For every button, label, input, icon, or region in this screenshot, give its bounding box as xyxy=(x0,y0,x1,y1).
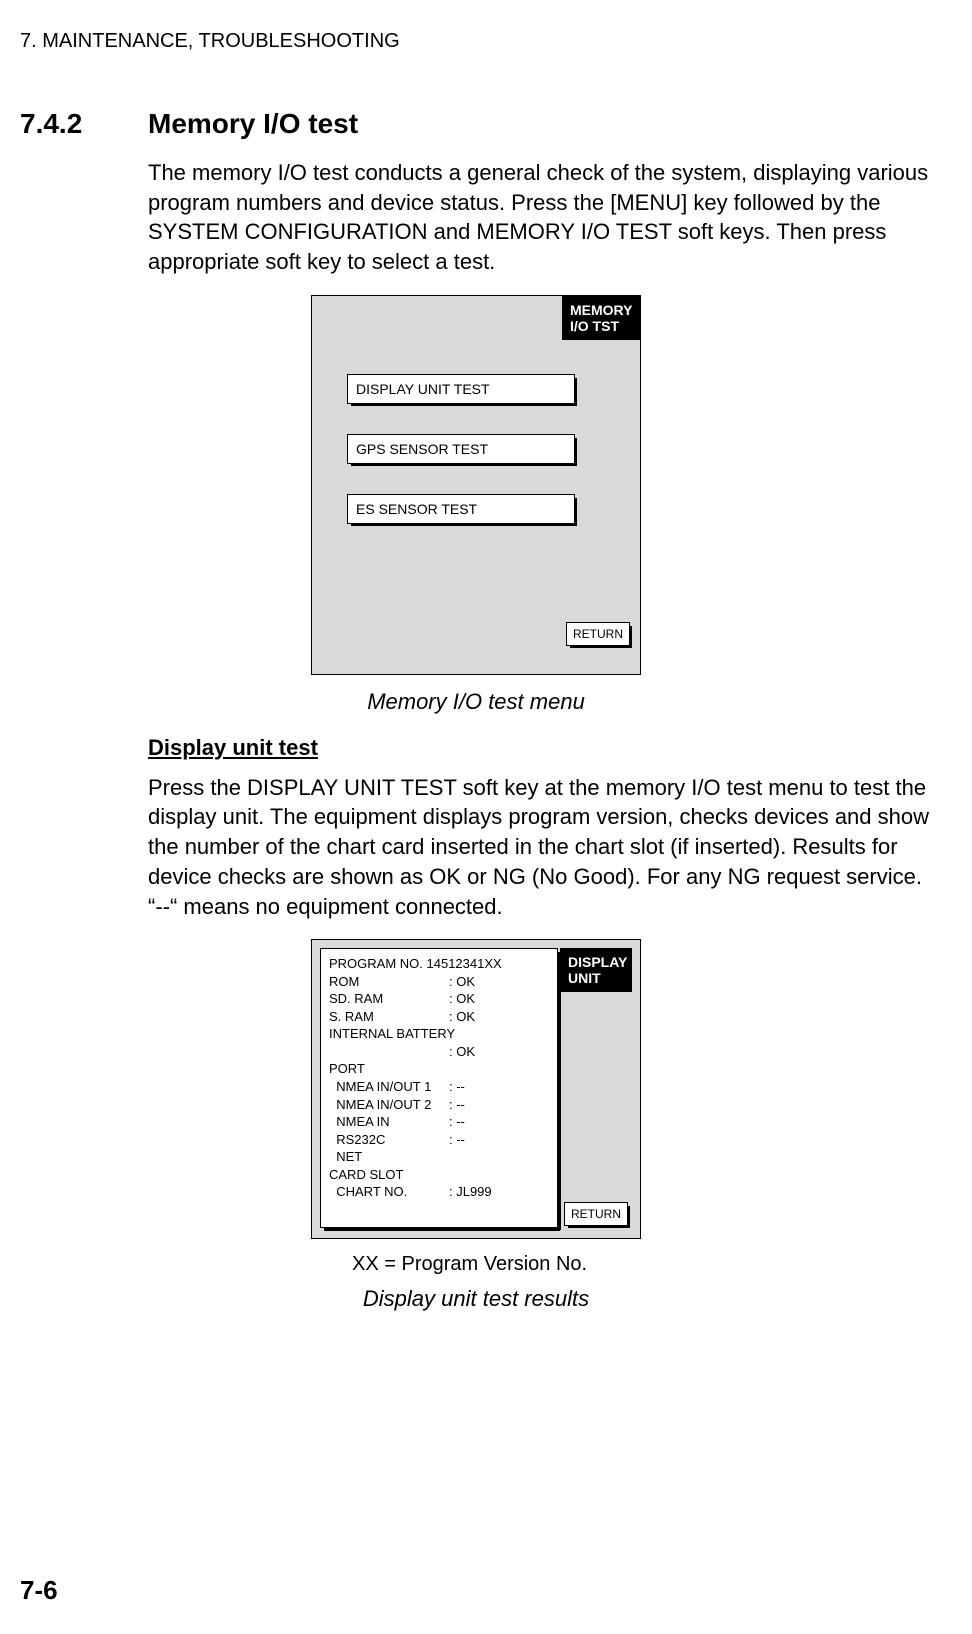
button-label: DISPLAY UNIT TEST xyxy=(356,381,490,397)
row-rom: ROM: OK xyxy=(329,973,549,991)
screen-memory-io: MEMORY I/O TST DISPLAY UNIT TEST GPS SEN… xyxy=(311,295,641,675)
section-title: Memory I/O test xyxy=(148,108,358,140)
value: : OK xyxy=(449,1043,475,1061)
value: : OK xyxy=(449,990,475,1008)
section-number: 7.4.2 xyxy=(20,108,148,140)
softkey-line2: I/O TST xyxy=(570,318,619,334)
gps-sensor-test-button[interactable]: GPS SENSOR TEST xyxy=(347,434,575,464)
chapter-header: 7. MAINTENANCE, TROUBLESHOOTING xyxy=(20,30,932,53)
value: : -- xyxy=(449,1078,465,1096)
page: 7. MAINTENANCE, TROUBLESHOOTING 7.4.2 Me… xyxy=(0,0,972,1634)
label: S. RAM xyxy=(329,1008,449,1026)
label: CHART NO. xyxy=(329,1183,449,1201)
row-nmea2: NMEA IN/OUT 2: -- xyxy=(329,1096,549,1114)
button-label: GPS SENSOR TEST xyxy=(356,441,488,457)
softkey-display-unit[interactable]: DISPLAY UNIT xyxy=(560,948,632,992)
label: NMEA IN/OUT 2 xyxy=(329,1096,449,1114)
row-chart-no: CHART NO.: JL999 xyxy=(329,1183,549,1201)
button-label: RETURN xyxy=(571,1207,621,1221)
row-rs232c: RS232C: -- xyxy=(329,1131,549,1149)
label: PORT xyxy=(329,1060,449,1078)
label: INTERNAL BATTERY xyxy=(329,1025,449,1043)
label: RS232C xyxy=(329,1131,449,1149)
value: : -- xyxy=(449,1131,465,1149)
row-nmea-in: NMEA IN: -- xyxy=(329,1113,549,1131)
button-label: RETURN xyxy=(573,627,623,641)
row-card-slot: CARD SLOT xyxy=(329,1166,549,1184)
value: : -- xyxy=(449,1096,465,1114)
results-panel: PROGRAM NO. 14512341XX ROM: OK SD. RAM: … xyxy=(320,948,558,1228)
figure-memory-io-menu: MEMORY I/O TST DISPLAY UNIT TEST GPS SEN… xyxy=(20,295,932,675)
figure-display-unit-results: PROGRAM NO. 14512341XX ROM: OK SD. RAM: … xyxy=(20,939,932,1239)
display-unit-paragraph: Press the DISPLAY UNIT TEST soft key at … xyxy=(148,773,932,921)
label: NET xyxy=(329,1148,449,1166)
intro-paragraph: The memory I/O test conducts a general c… xyxy=(148,158,932,277)
softkey-line1: DISPLAY xyxy=(568,954,627,970)
row-net: NET xyxy=(329,1148,549,1166)
page-number: 7-6 xyxy=(20,1575,58,1606)
row-port: PORT xyxy=(329,1060,549,1078)
screen-display-unit: PROGRAM NO. 14512341XX ROM: OK SD. RAM: … xyxy=(311,939,641,1239)
value: : JL999 xyxy=(449,1183,492,1201)
return-button[interactable]: RETURN xyxy=(564,1202,628,1226)
display-unit-test-button[interactable]: DISPLAY UNIT TEST xyxy=(347,374,575,404)
label: PROGRAM NO. 14512341XX xyxy=(329,955,449,973)
button-label: ES SENSOR TEST xyxy=(356,501,477,517)
display-unit-test-heading: Display unit test xyxy=(148,735,932,761)
section-heading: 7.4.2 Memory I/O test xyxy=(20,108,932,140)
label: NMEA IN/OUT 1 xyxy=(329,1078,449,1096)
softkey-line1: MEMORY xyxy=(570,302,632,318)
label: ROM xyxy=(329,973,449,991)
label: CARD SLOT xyxy=(329,1166,449,1184)
label: NMEA IN xyxy=(329,1113,449,1131)
label: SD. RAM xyxy=(329,990,449,1008)
figure2-caption: Display unit test results xyxy=(20,1286,932,1312)
value: : -- xyxy=(449,1113,465,1131)
softkey-line2: UNIT xyxy=(568,970,601,986)
row-nmea1: NMEA IN/OUT 1: -- xyxy=(329,1078,549,1096)
value: : OK xyxy=(449,1008,475,1026)
row-internal-battery: INTERNAL BATTERY xyxy=(329,1025,549,1043)
return-button[interactable]: RETURN xyxy=(566,622,630,646)
row-program-no: PROGRAM NO. 14512341XX xyxy=(329,955,549,973)
figure1-caption: Memory I/O test menu xyxy=(20,689,932,715)
es-sensor-test-button[interactable]: ES SENSOR TEST xyxy=(347,494,575,524)
row-sdram: SD. RAM: OK xyxy=(329,990,549,1008)
row-internal-battery-value: : OK xyxy=(329,1043,549,1061)
value: : OK xyxy=(449,973,475,991)
figure2-note: XX = Program Version No. xyxy=(352,1253,932,1276)
label xyxy=(329,1043,449,1061)
row-sram: S. RAM: OK xyxy=(329,1008,549,1026)
softkey-memory-io[interactable]: MEMORY I/O TST xyxy=(562,296,640,340)
